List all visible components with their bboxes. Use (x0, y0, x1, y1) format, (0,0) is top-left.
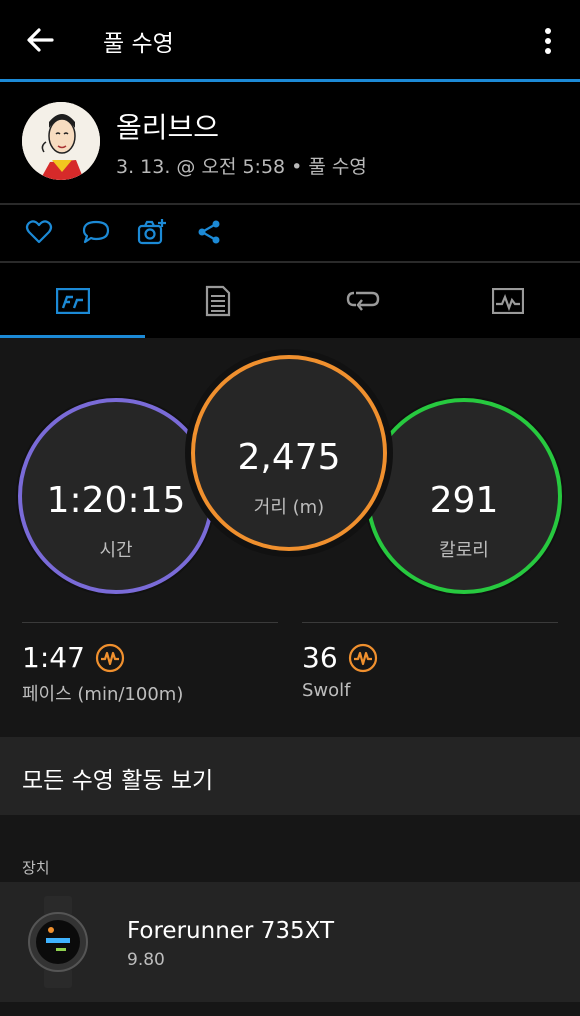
heart-icon[interactable] (24, 217, 54, 247)
tab-details[interactable] (145, 263, 290, 338)
time-value: 1:20:15 (46, 480, 186, 521)
details-icon (205, 285, 230, 316)
distance-label: 거리 (m) (253, 497, 325, 518)
activity-profile: 올리브으 3. 13. @ 오전 5:58 • 풀 수영 (0, 82, 580, 203)
pace-value: 1:47 (22, 641, 85, 674)
more-vert-icon[interactable] (536, 24, 560, 58)
view-all-swims-button[interactable]: 모든 수영 활동 보기 (0, 737, 580, 815)
device-row[interactable]: Forerunner 735XT 9.80 (0, 882, 580, 1002)
calories-value: 291 (429, 480, 499, 521)
tab-stats[interactable] (0, 263, 145, 338)
swim-stroke-icon[interactable] (95, 643, 125, 673)
divider (302, 622, 558, 623)
tab-laps[interactable] (290, 263, 435, 338)
view-all-label: 모든 수영 활동 보기 (22, 768, 214, 794)
summary-stats: 1:20:15 시간 291 칼로리 2,475 거리 (m) 1:47 페이스… (0, 338, 580, 738)
tab-charts[interactable] (435, 263, 580, 338)
chart-icon (491, 287, 524, 314)
tab-bar (0, 263, 580, 338)
device-name: Forerunner 735XT (127, 918, 334, 944)
stats-icon (55, 287, 90, 314)
distance-value: 2,475 (237, 437, 341, 478)
page-title: 풀 수영 (103, 31, 174, 57)
device-version: 9.80 (127, 950, 165, 970)
arrow-left-icon[interactable] (22, 22, 58, 58)
section-label-device: 장치 (22, 859, 50, 877)
profile-name[interactable]: 올리브으 (116, 106, 219, 146)
avatar[interactable] (22, 102, 100, 180)
time-label: 시간 (99, 540, 133, 561)
distance-circle: 2,475 거리 (m) (191, 355, 387, 551)
top-app-bar: 풀 수영 (0, 0, 580, 80)
social-actions (0, 205, 580, 261)
time-circle: 1:20:15 시간 (18, 398, 214, 594)
swolf-value: 36 (302, 641, 338, 674)
calories-circle: 291 칼로리 (366, 398, 562, 594)
swolf-label: Swolf (302, 680, 351, 701)
laps-icon (346, 291, 379, 311)
calories-label: 칼로리 (439, 540, 489, 561)
swim-stroke-icon[interactable] (348, 643, 378, 673)
pace-label: 페이스 (min/100m) (22, 684, 184, 705)
activity-meta: 3. 13. @ 오전 5:58 • 풀 수영 (116, 156, 367, 178)
comment-icon[interactable] (81, 217, 111, 247)
share-icon[interactable] (194, 217, 224, 247)
divider (22, 622, 278, 623)
watch-image (28, 896, 88, 988)
camera-add-icon[interactable] (137, 217, 167, 247)
